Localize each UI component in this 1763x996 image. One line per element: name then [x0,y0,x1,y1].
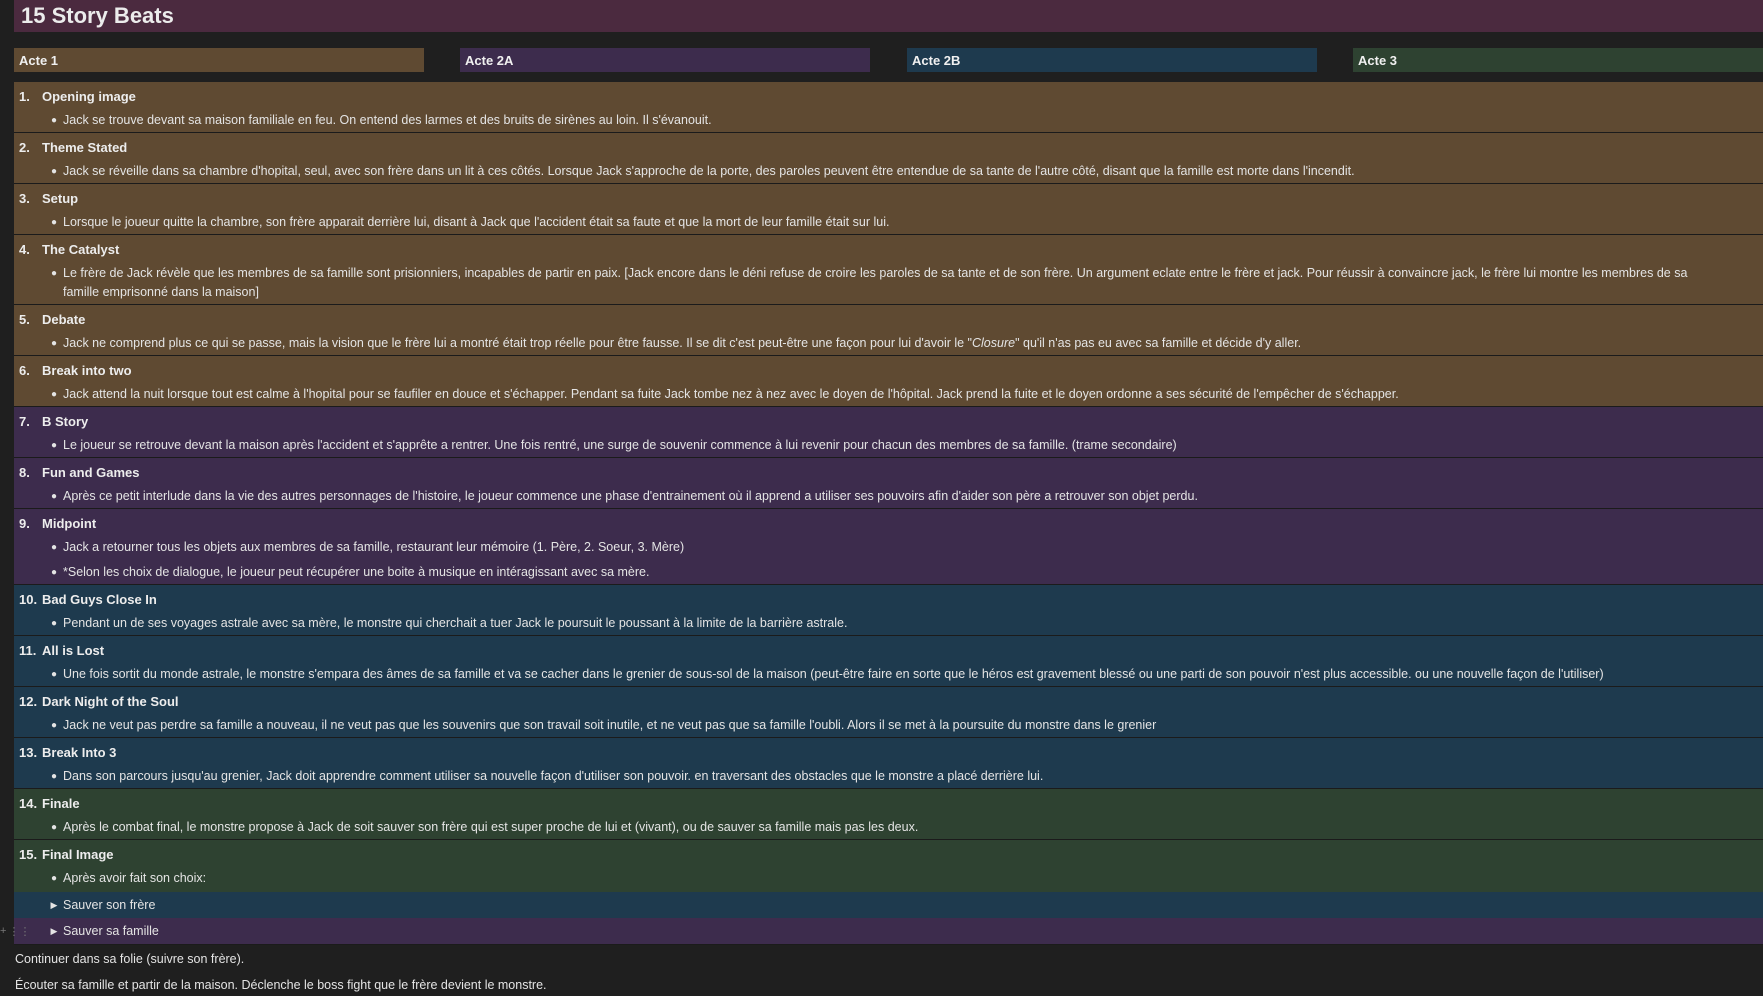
bullet-icon: ● [50,720,58,731]
bullet-icon: ● [50,166,58,177]
list-item[interactable]: ● Lorsque le joueur quitte la chambre, so… [19,213,1763,232]
list-item[interactable]: ● Jack attend la nuit lorsque tout est ca… [19,385,1763,404]
list-item[interactable]: ● Après ce petit interlude dans la vie de… [19,487,1763,506]
bullet-icon: ● [50,217,58,228]
beat-title: Bad Guys Close In [42,591,157,607]
beat-b-story[interactable]: 7. B Story ● Le joueur se retrouve devant … [14,407,1763,458]
list-item[interactable]: ● Jack ne comprend plus ce qui se passe, … [19,334,1763,353]
beat-number: 10. [19,591,38,607]
beat-title: Theme Stated [42,139,128,155]
bullet-icon: ● [50,491,58,502]
list-item[interactable]: ● Une fois sortit du monde astrale, le mo… [19,665,1763,684]
bullet-icon: ● [50,771,58,782]
beat-title: Break Into 3 [42,744,117,760]
page-title-bar: 15 Story Beats [14,0,1763,32]
beat-number: 7. [19,413,30,429]
beat-title: Break into two [42,362,132,378]
list-item[interactable]: ● Jack se réveille dans sa chambre d'hopi… [19,162,1763,181]
bullet-icon: ● [50,338,58,349]
beat-title: All is Lost [42,642,105,658]
toggle-triangle-icon[interactable]: ▶ [45,926,63,937]
beat-fun-and-games[interactable]: 8. Fun and Games ● Après ce petit interlud… [14,458,1763,509]
bullet-icon: ● [50,542,58,553]
list-item[interactable]: ● Le joueur se retrouve devant la maison … [19,436,1763,455]
beat-debate[interactable]: 5. Debate ● Jack ne comprend plus ce qui s… [14,305,1763,356]
beat-number: 11. [19,642,37,658]
bullet-icon: ● [50,115,58,126]
footer-line-1: Continuer dans sa folie (suivre son frèr… [15,952,245,966]
beat-number: 14. [19,795,38,811]
beat-title: The Catalyst [42,241,120,257]
beat-finale[interactable]: 14. Finale ● Après le combat final, le mon… [14,789,1763,840]
drag-handle-icon[interactable]: ⋮⋮ [8,925,30,938]
beat-title: Finale [42,795,80,811]
act-header-1: Acte 1 [14,48,424,72]
beat-title: Setup [42,190,79,206]
list-item[interactable]: ● Le frère de Jack révèle que les membres… [19,264,1763,302]
beat-number: 6. [19,362,30,378]
beats-list: 1. Opening image ● Jack se trouve devant s… [0,82,1763,945]
toggle-triangle-icon[interactable]: ▶ [45,900,63,911]
beat-title: Opening image [42,88,136,104]
footer-line-2: Écouter sa famille et partir de la maiso… [15,978,547,992]
beat-theme-stated[interactable]: 2. Theme Stated ● Jack se réveille dans sa… [14,133,1763,184]
bullet-icon: ● [50,669,58,680]
bullet-icon: ● [50,567,58,578]
beat-catalyst[interactable]: 4. The Catalyst ● Le frère de Jack révèle … [14,235,1763,305]
beat-opening-image[interactable]: 1. Opening image ● Jack se trouve devant s… [14,82,1763,133]
beat-title: Debate [42,311,86,327]
act-header-3: Acte 3 [1353,48,1763,72]
beat-title: B Story [42,413,89,429]
list-item[interactable]: ● Après le combat final, le monstre propo… [19,818,1763,837]
beat-number: 9. [19,515,30,531]
bullet-icon: ● [50,389,58,400]
list-item[interactable]: ● Pendant un de ses voyages astrale avec … [19,614,1763,633]
beat-number: 2. [19,139,30,155]
beat-number: 13. [19,744,38,760]
beat-midpoint[interactable]: 9. Midpoint ● Jack a retourner tous les ob… [14,509,1763,585]
act-header-2a: Acte 2A [460,48,870,72]
list-item[interactable]: ● Jack ne veut pas perdre sa famille a no… [19,716,1763,735]
bullet-icon: ● [50,268,58,279]
beat-final-image[interactable]: 15. Final Image ● Après avoir fait son cho… [0,840,1763,945]
list-item[interactable]: ● Dans son parcours jusqu'au grenier, Jac… [19,767,1763,786]
beat-break-into-two[interactable]: 6. Break into two ● Jack attend la nuit lo… [14,356,1763,407]
list-item[interactable]: ● Après avoir fait son choix: [19,869,1763,888]
add-block-icon[interactable]: + [0,925,6,938]
beat-break-into-3[interactable]: 13. Break Into 3 ● Dans son parcours jusqu… [14,738,1763,789]
beat-number: 5. [19,311,30,327]
toggle-sauver-son-frere[interactable]: ▶ Sauver son frère [14,892,1763,918]
beat-title: Fun and Games [42,464,140,480]
beat-number: 1. [19,88,30,104]
beat-title: Midpoint [42,515,97,531]
list-item[interactable]: ● *Selon les choix de dialogue, le joueur… [19,563,1763,582]
beat-number: 8. [19,464,30,480]
bullet-icon: ● [50,440,58,451]
list-item[interactable]: ● Jack a retourner tous les objets aux me… [19,538,1763,557]
beat-title: Dark Night of the Soul [42,693,179,709]
act-header-2b: Acte 2B [907,48,1317,72]
toggle-sauver-sa-famille[interactable]: + ⋮⋮ ▶ Sauver sa famille [0,918,1763,944]
bullet-icon: ● [50,618,58,629]
beat-number: 15. [19,846,38,862]
page-title: 15 Story Beats [21,3,174,28]
beat-number: 12. [19,693,38,709]
list-item[interactable]: ● Jack se trouve devant sa maison familia… [19,111,1763,130]
beat-dark-night-of-the-soul[interactable]: 12. Dark Night of the Soul ● Jack ne veut … [14,687,1763,738]
beat-all-is-lost[interactable]: 11. All is Lost ● Une fois sortit du monde… [14,636,1763,687]
beat-number: 3. [19,190,30,206]
beat-setup[interactable]: 3. Setup ● Lorsque le joueur quitte la cha… [14,184,1763,235]
beat-title: Final Image [42,846,114,862]
beat-bad-guys-close-in[interactable]: 10. Bad Guys Close In ● Pendant un de ses … [14,585,1763,636]
bullet-icon: ● [50,873,58,884]
beat-number: 4. [19,241,30,257]
bullet-icon: ● [50,822,58,833]
